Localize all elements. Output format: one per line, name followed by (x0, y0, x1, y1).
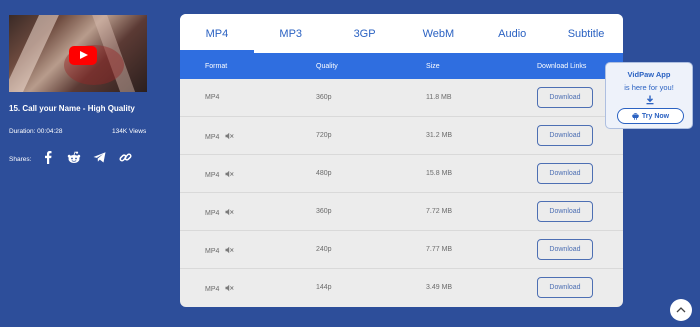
tab-3gp[interactable]: 3GP (328, 14, 402, 53)
row-size: 11.8 MB (426, 94, 452, 101)
table-row: MP4 720p 31.2 MB Download (180, 117, 623, 155)
chevron-up-icon (676, 307, 686, 313)
header-size: Size (426, 63, 440, 70)
facebook-icon[interactable] (41, 150, 55, 164)
promo-title: VidPaw App (627, 70, 671, 79)
download-button[interactable]: Download (537, 201, 593, 222)
row-size: 3.49 MB (426, 284, 453, 291)
row-size: 7.72 MB (426, 208, 453, 215)
row-format: MP4 (205, 208, 234, 217)
download-button[interactable]: Download (537, 163, 593, 184)
table-row: MP4 240p 7.77 MB Download (180, 231, 623, 269)
muted-audio-icon (225, 170, 234, 178)
video-duration: Duration: 00:04:28 (9, 128, 63, 135)
try-now-button[interactable]: Try Now (617, 108, 684, 124)
download-button[interactable]: Download (537, 239, 593, 260)
shares-label: Shares: (9, 156, 32, 163)
tab-mp4[interactable]: MP4 (180, 14, 254, 53)
row-size: 31.2 MB (426, 132, 453, 139)
tab-audio[interactable]: Audio (475, 14, 549, 53)
row-format: MP4 (205, 132, 234, 141)
muted-audio-icon (225, 284, 234, 292)
telegram-icon[interactable] (92, 150, 106, 164)
table-row: MP4 480p 15.8 MB Download (180, 155, 623, 193)
scroll-to-top-button[interactable] (670, 299, 692, 321)
row-quality: 240p (316, 246, 332, 253)
table-row: MP4 360p 7.72 MB Download (180, 193, 623, 231)
video-title: 15. Call your Name - High Quality (9, 104, 135, 113)
row-size: 15.8 MB (426, 170, 453, 177)
row-quality: 360p (316, 94, 332, 101)
tab-mp3[interactable]: MP3 (254, 14, 328, 53)
download-panel: MP4 MP3 3GP WebM Audio Subtitle Format Q… (180, 14, 623, 307)
row-size: 7.77 MB (426, 246, 453, 253)
muted-audio-icon (225, 246, 234, 254)
header-quality: Quality (316, 63, 338, 70)
promo-subtitle: is here for you! (624, 83, 674, 92)
tab-subtitle[interactable]: Subtitle (549, 14, 623, 53)
tab-webm[interactable]: WebM (401, 14, 475, 53)
header-format: Format (205, 63, 228, 70)
header-download-links: Download Links (537, 63, 587, 70)
table-row: MP4 144p 3.49 MB Download (180, 269, 623, 307)
download-button[interactable]: Download (537, 125, 593, 146)
row-format: MP4 (205, 284, 234, 293)
download-icon (646, 95, 654, 105)
table-row: MP4 360p 11.8 MB Download (180, 79, 623, 117)
android-icon (631, 113, 639, 120)
row-quality: 480p (316, 170, 332, 177)
row-quality: 720p (316, 132, 332, 139)
row-quality: 360p (316, 208, 332, 215)
video-views: 134K Views (112, 128, 147, 135)
download-button[interactable]: Download (537, 277, 593, 298)
table-header: Format Quality Size Download Links (180, 53, 623, 79)
row-format: MP4 (205, 246, 234, 255)
video-thumbnail[interactable] (9, 15, 147, 92)
row-format: MP4 (205, 94, 220, 101)
youtube-play-icon[interactable] (69, 46, 97, 65)
muted-audio-icon (225, 132, 234, 140)
format-tabs: MP4 MP3 3GP WebM Audio Subtitle (180, 14, 623, 53)
row-format: MP4 (205, 170, 234, 179)
muted-audio-icon (225, 208, 234, 216)
reddit-icon[interactable] (67, 150, 81, 164)
download-button[interactable]: Download (537, 87, 593, 108)
vidpaw-app-promo: VidPaw App is here for you! Try Now (605, 62, 693, 129)
try-now-label: Try Now (641, 112, 670, 120)
row-quality: 144p (316, 284, 332, 291)
link-icon[interactable] (118, 150, 132, 164)
